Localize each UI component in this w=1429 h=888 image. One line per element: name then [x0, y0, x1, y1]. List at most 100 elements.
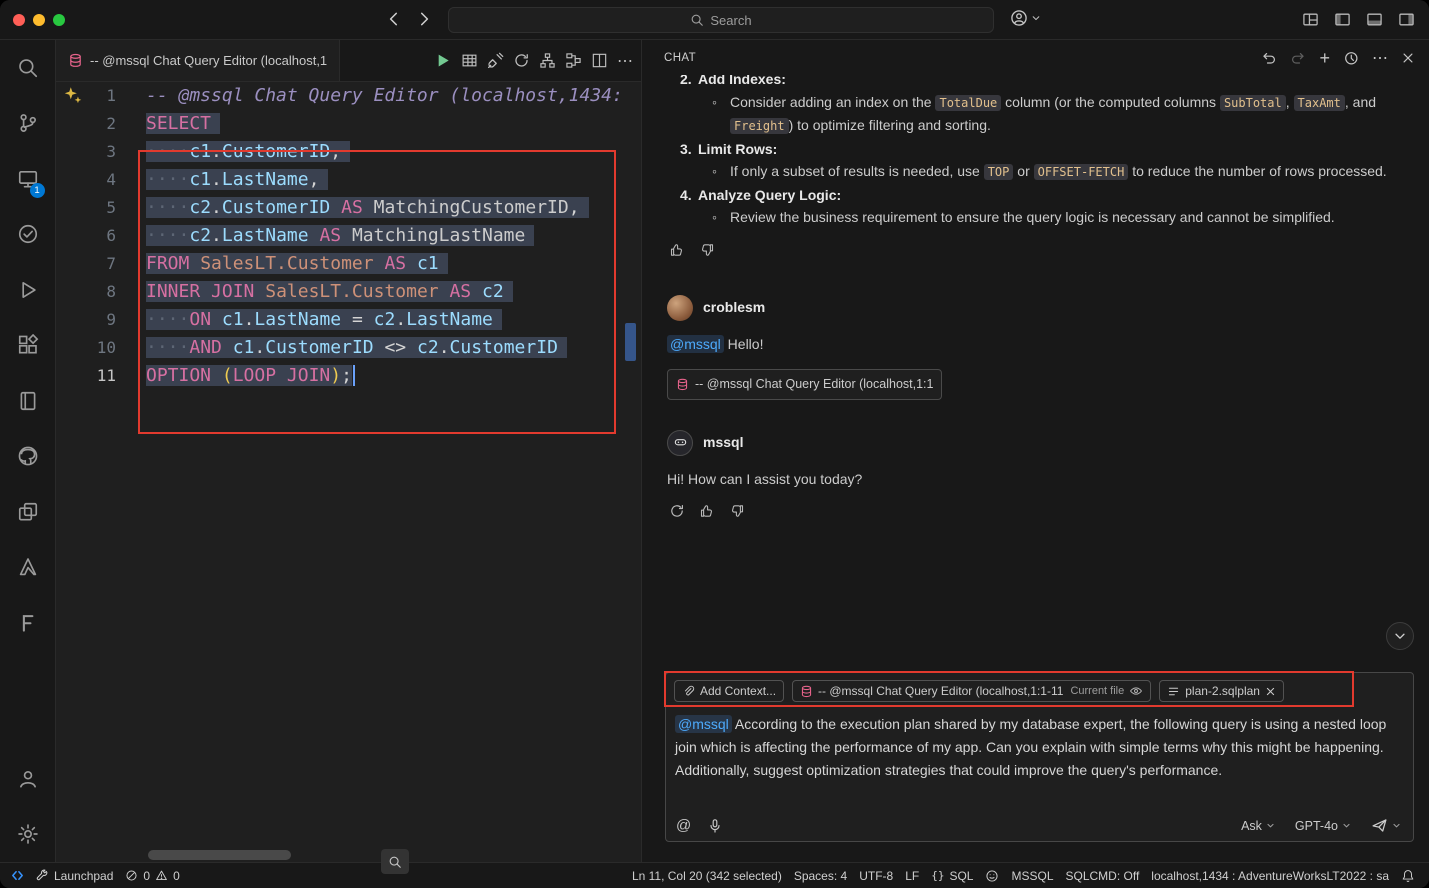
thumbs-down-icon[interactable] [726, 500, 748, 522]
regenerate-icon[interactable] [666, 500, 688, 522]
scrollbar-selection-decoration[interactable] [625, 323, 636, 361]
token-k: ON [189, 309, 211, 330]
model-dropdown[interactable]: GPT-4o [1295, 819, 1351, 833]
split-editor-icon[interactable] [591, 52, 608, 69]
mssql-status[interactable]: MSSQL [1005, 863, 1059, 888]
launchpad-button[interactable]: Launchpad [29, 863, 119, 888]
remote-explorer-icon[interactable]: 1 [4, 151, 52, 207]
zoom-search-icon[interactable] [381, 849, 409, 874]
eol-status[interactable]: LF [899, 863, 925, 888]
thumbs-up-icon[interactable] [666, 239, 688, 261]
forward-icon[interactable] [415, 10, 433, 28]
remove-chip-icon[interactable] [1265, 686, 1276, 697]
editor-tab[interactable]: -- @mssql Chat Query Editor (localhost,1 [56, 40, 340, 81]
customize-layout-icon[interactable] [1302, 11, 1319, 28]
token-w: ···· [146, 169, 189, 190]
estimated-plan-icon[interactable] [539, 52, 556, 69]
accounts-icon[interactable] [4, 751, 52, 807]
minimize-window-button[interactable] [33, 14, 45, 26]
feedback-smiley-icon[interactable] [979, 863, 1005, 888]
plan-file-chip[interactable]: plan-2.sqlplan [1159, 680, 1284, 702]
new-chat-icon[interactable]: + [1319, 51, 1330, 65]
horizontal-scrollbar[interactable] [148, 850, 291, 860]
toggle-primary-sidebar-icon[interactable] [1334, 11, 1351, 28]
source-control-icon[interactable] [4, 96, 52, 152]
notebook-icon[interactable] [4, 373, 52, 429]
eye-icon[interactable] [1129, 684, 1143, 698]
mode-dropdown[interactable]: Ask [1241, 819, 1275, 833]
results-grid-icon[interactable] [461, 52, 478, 69]
code-line[interactable]: -- @mssql Chat Query Editor (localhost,1… [146, 82, 623, 110]
microphone-icon[interactable] [707, 818, 723, 834]
bot-name: mssql [703, 431, 743, 454]
query-plan-icon[interactable] [565, 52, 582, 69]
plan-chip-label: plan-2.sqlplan [1185, 684, 1260, 698]
language-mode-status[interactable]: {} SQL [925, 863, 979, 888]
code-line[interactable]: ····AND c1.CustomerID <> c2.CustomerID [146, 334, 623, 362]
code-line[interactable]: OPTION (LOOP JOIN); [146, 362, 623, 390]
code-line[interactable]: ····c2.CustomerID AS MatchingCustomerID, [146, 194, 623, 222]
f-logo-icon[interactable] [4, 595, 52, 651]
thumbs-up-icon[interactable] [696, 500, 718, 522]
problems-button[interactable]: 0 0 [119, 863, 185, 888]
code-line[interactable]: ····c1.LastName, [146, 166, 623, 194]
code-line[interactable]: ····ON c1.LastName = c2.LastName [146, 306, 623, 334]
extensions-icon[interactable] [4, 318, 52, 374]
close-chat-icon[interactable] [1401, 51, 1415, 65]
back-icon[interactable] [385, 10, 403, 28]
code-line[interactable]: ····c2.LastName AS MatchingLastName [146, 222, 623, 250]
run-and-debug-icon[interactable] [4, 262, 52, 318]
code-area[interactable]: -- @mssql Chat Query Editor (localhost,1… [146, 82, 623, 390]
message-attachment-chip[interactable]: -- @mssql Chat Query Editor (localhost,1… [667, 369, 942, 400]
close-window-button[interactable] [13, 14, 25, 26]
database-projects-icon[interactable] [4, 484, 52, 540]
chat-more-icon[interactable]: ⋯ [1372, 48, 1388, 68]
change-connection-icon[interactable] [513, 52, 530, 69]
command-center-search[interactable]: Search [448, 7, 994, 33]
token-a: MatchingCustomerID [374, 197, 569, 218]
chat-input-text[interactable]: @mssql According to the execution plan s… [666, 706, 1413, 782]
toggle-panel-icon[interactable] [1366, 11, 1383, 28]
scroll-to-bottom-button[interactable] [1386, 622, 1414, 650]
list-item: 4.Analyze Query Logic: [680, 184, 1415, 207]
zoom-window-button[interactable] [53, 14, 65, 26]
search-placeholder: Search [710, 13, 751, 28]
thumbs-down-icon[interactable] [696, 239, 718, 261]
chat-input-box[interactable]: Add Context... -- @mssql Chat Query Edit… [665, 672, 1414, 842]
text-run: Review the business requirement to ensur… [730, 209, 1335, 225]
add-context-button[interactable]: Add Context... [674, 680, 784, 702]
send-button[interactable] [1371, 817, 1401, 834]
azure-icon[interactable] [4, 540, 52, 596]
token-t: SalesLT.Customer [265, 281, 438, 302]
code-line[interactable]: SELECT [146, 110, 623, 138]
mention-picker-icon[interactable]: @ [676, 817, 691, 834]
redo-icon[interactable] [1290, 50, 1306, 66]
code-line[interactable]: INNER JOIN SalesLT.Customer AS c2 [146, 278, 623, 306]
code-line[interactable]: ····c1.CustomerID, [146, 138, 623, 166]
toggle-secondary-sidebar-icon[interactable] [1398, 11, 1415, 28]
remote-indicator[interactable] [8, 863, 29, 888]
more-actions-icon[interactable]: ⋯ [617, 51, 633, 71]
mention-chip[interactable]: @mssql [667, 335, 724, 353]
chat-history-icon[interactable] [1343, 50, 1359, 66]
token-x [211, 365, 222, 386]
cursor-position-status[interactable]: Ln 11, Col 20 (342 selected) [626, 863, 788, 888]
sqlcmd-status[interactable]: SQLCMD: Off [1060, 863, 1146, 888]
notifications-bell-icon[interactable] [1395, 863, 1421, 888]
account-menu[interactable] [1010, 9, 1041, 27]
connect-plug-icon[interactable] [487, 52, 504, 69]
indentation-status[interactable]: Spaces: 4 [788, 863, 853, 888]
connection-status[interactable]: localhost,1434 : AdventureWorksLT2022 : … [1145, 863, 1395, 888]
check-circle-icon[interactable] [4, 207, 52, 263]
settings-gear-icon[interactable] [4, 807, 52, 863]
bot-actions-row [666, 500, 1415, 522]
encoding-status[interactable]: UTF-8 [853, 863, 899, 888]
code-line[interactable]: FROM SalesLT.Customer AS c1 [146, 250, 623, 278]
run-query-icon[interactable] [433, 51, 452, 70]
editor-body[interactable]: 1234567891011 -- @mssql Chat Query Edito… [56, 82, 641, 862]
mention-chip[interactable]: @mssql [675, 715, 732, 733]
current-file-chip[interactable]: -- @mssql Chat Query Editor (localhost,1… [792, 680, 1151, 702]
search-view-icon[interactable] [4, 40, 52, 96]
github-icon[interactable] [4, 429, 52, 485]
undo-icon[interactable] [1261, 50, 1277, 66]
